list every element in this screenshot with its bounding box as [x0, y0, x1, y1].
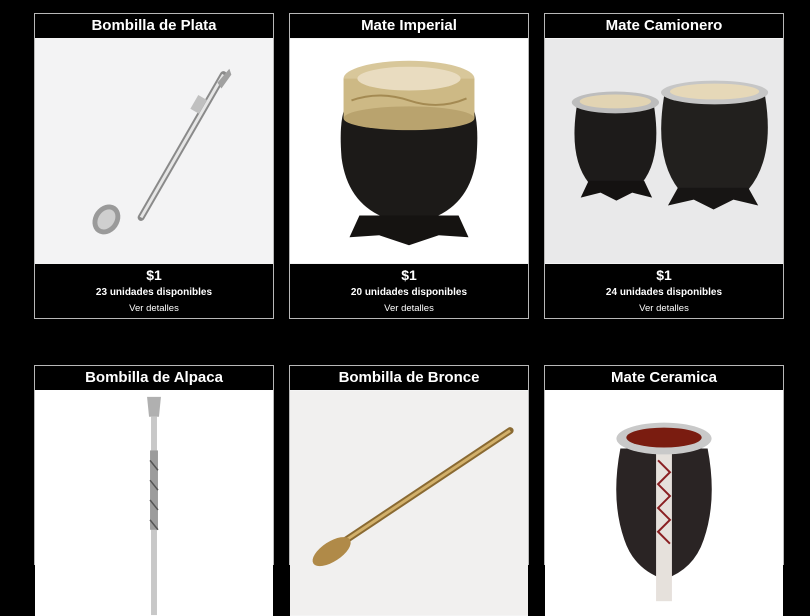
product-title: Mate Ceramica [611, 369, 717, 386]
product-card[interactable]: Mate Imperial $1 20 unidades disponibles… [289, 13, 529, 319]
product-price: $1 [401, 267, 417, 283]
product-card[interactable]: Mate Camionero $1 24 unidades disponible… [544, 13, 784, 319]
product-title: Mate Camionero [605, 17, 723, 34]
product-title: Bombilla de Plata [91, 17, 217, 34]
product-image[interactable] [545, 390, 783, 616]
view-details-link[interactable]: Ver detalles [35, 302, 273, 315]
product-card[interactable]: Mate Ceramica [544, 365, 784, 616]
product-image[interactable] [545, 38, 783, 264]
product-title: Mate Imperial [361, 17, 457, 34]
product-price: $1 [656, 267, 672, 283]
product-price: $1 [146, 267, 162, 283]
product-card[interactable]: Bombilla de Bronce [289, 365, 529, 616]
product-stock: 23 unidades disponibles [95, 287, 213, 298]
product-image[interactable] [290, 38, 528, 264]
product-image[interactable] [35, 38, 273, 264]
product-stock: 20 unidades disponibles [350, 287, 468, 298]
product-card[interactable]: Bombilla de Plata $1 23 unidades disponi… [34, 13, 274, 319]
view-details-link[interactable]: Ver detalles [545, 302, 783, 315]
product-title: Bombilla de Bronce [338, 369, 480, 386]
product-image[interactable] [35, 390, 273, 616]
product-title: Bombilla de Alpaca [85, 369, 223, 386]
product-stock: 24 unidades disponibles [605, 287, 723, 298]
view-details-link[interactable]: Ver detalles [290, 302, 528, 315]
product-card[interactable]: Bombilla de Alpaca [34, 365, 274, 616]
product-image[interactable] [290, 390, 528, 616]
